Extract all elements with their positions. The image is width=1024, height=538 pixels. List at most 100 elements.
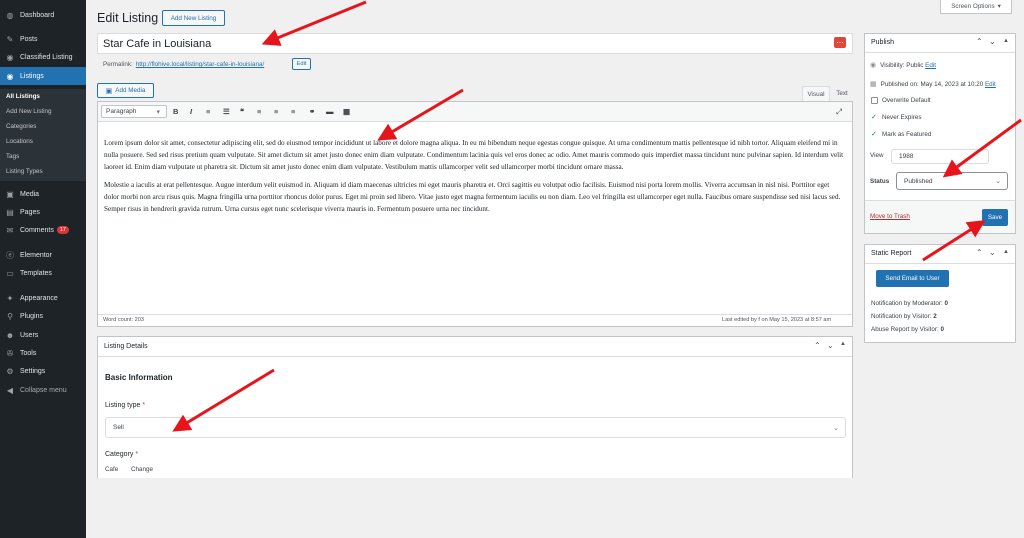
sidebar-item-dashboard[interactable]: ◍ Dashboard xyxy=(0,6,86,24)
blockquote-icon[interactable]: ❝ xyxy=(240,107,244,116)
view-count-input[interactable]: 1988 xyxy=(891,149,989,164)
add-new-listing-button[interactable]: Add New Listing xyxy=(162,10,225,26)
sidebar-item-elementor[interactable]: ⓔ Elementor xyxy=(0,246,86,264)
numbered-list-icon[interactable]: ☰ xyxy=(223,107,230,116)
fullscreen-icon[interactable]: ⤢ xyxy=(836,107,842,117)
visibility-edit-link[interactable]: Edit xyxy=(925,62,936,69)
last-edited: Last edited by f on May 15, 2023 at 8:57… xyxy=(722,317,832,323)
view-label: View xyxy=(870,152,884,159)
sidebar-item-appearance[interactable]: ✦ Appearance xyxy=(0,289,86,307)
users-icon: ☻ xyxy=(5,330,15,340)
move-to-trash-link[interactable]: Move to Trash xyxy=(870,213,910,220)
published-on-row: ▦ Published on: May 14, 2023 at 10:20 Ed… xyxy=(870,80,996,89)
align-right-icon[interactable]: ≡ xyxy=(291,107,295,116)
dashboard-icon: ◍ xyxy=(6,10,14,20)
appearance-icon: ✦ xyxy=(6,293,14,303)
permalink-row: Permalink: http://flohive.local/listing/… xyxy=(103,61,264,68)
sidebar-item-posts[interactable]: ✎ Posts xyxy=(0,30,86,48)
pin-icon: ✎ xyxy=(6,34,14,44)
never-expires-checkbox[interactable]: ✓ xyxy=(871,113,877,121)
toggle-panel-icon[interactable]: ▲ xyxy=(1003,38,1009,44)
sidebar-item-classified-listing[interactable]: ◉ Classified Listing xyxy=(0,48,86,66)
bold-icon[interactable]: B xyxy=(173,107,178,116)
screen-options-button[interactable]: Screen Options ▾ xyxy=(940,0,1012,14)
move-down-icon[interactable]: ⌄ xyxy=(989,248,996,257)
sidebar-item-listings[interactable]: ◉ Listings xyxy=(0,67,86,85)
listing-type-label: Listing type * xyxy=(105,402,146,409)
category-value: Cafe xyxy=(105,466,119,473)
editor-toolbar xyxy=(98,102,852,122)
toggle-panel-icon[interactable]: ▲ xyxy=(1003,249,1009,255)
link-icon[interactable]: ⚭ xyxy=(309,107,315,116)
submenu-tags[interactable]: Tags xyxy=(6,153,19,160)
never-expires-label: Never Expires xyxy=(882,114,922,121)
overwrite-default-label: Overwrite Default xyxy=(882,97,931,104)
sidebar-item-settings[interactable]: ⚙ Settings xyxy=(0,362,86,380)
italic-icon[interactable]: I xyxy=(190,107,192,116)
sidebar-item-users[interactable]: ☻ Users xyxy=(0,326,86,344)
more-icon[interactable]: ▬ xyxy=(326,107,334,116)
submenu-add-new-listing[interactable]: Add New Listing xyxy=(6,108,52,115)
sidebar-item-collapse-menu[interactable]: ◀ Collapse menu xyxy=(0,381,86,399)
format-select[interactable]: Paragraph ▾ xyxy=(101,105,167,118)
password-manager-icon[interactable]: ⋯ xyxy=(834,37,846,48)
editor-content[interactable]: Lorem ipsum dolor sit amet, consectetur … xyxy=(104,137,844,222)
category-change-link[interactable]: Change xyxy=(131,466,153,473)
permalink-edit-button[interactable]: Edit xyxy=(292,58,311,70)
overwrite-default-checkbox[interactable] xyxy=(871,97,878,104)
align-center-icon[interactable]: ≡ xyxy=(274,107,278,116)
send-email-button[interactable]: Send Email to User xyxy=(876,270,949,287)
comments-count-badge: 17 xyxy=(56,226,69,234)
move-up-icon[interactable]: ⌃ xyxy=(814,341,821,350)
listing-details-title: Listing Details xyxy=(104,343,148,350)
published-on-edit-link[interactable]: Edit xyxy=(985,81,996,88)
sidebar-item-media[interactable]: ▣ Media xyxy=(0,185,86,203)
status-label: Status xyxy=(870,178,890,185)
collapse-icon: ◀ xyxy=(6,385,14,395)
post-title-input[interactable]: Star Cafe in Louisiana xyxy=(97,33,853,54)
chevron-down-icon: ▾ xyxy=(156,108,160,116)
tab-visual[interactable]: Visual xyxy=(802,86,830,101)
sidebar-item-plugins[interactable]: ⚲ Plugins xyxy=(0,307,86,325)
visitor-notification: Notification by Visitor: 2 xyxy=(871,313,937,320)
classified-icon: ◉ xyxy=(6,52,14,62)
editor-paragraph: Molestie a iaculis at erat pellentesque.… xyxy=(104,181,841,214)
chevron-down-icon: ▾ xyxy=(997,3,1001,10)
listings-icon: ◉ xyxy=(6,71,14,81)
chevron-down-icon: ⌄ xyxy=(833,424,839,432)
add-media-button[interactable]: ▣ Add Media xyxy=(97,83,154,98)
pages-icon: ▤ xyxy=(6,207,14,217)
publish-title: Publish xyxy=(871,39,894,46)
submenu-locations[interactable]: Locations xyxy=(6,138,33,145)
save-button[interactable]: Save xyxy=(982,209,1008,226)
sidebar-item-comments[interactable]: ✉ Comments 17 xyxy=(0,221,86,239)
sidebar-item-templates[interactable]: ▭ Templates xyxy=(0,264,86,282)
status-select[interactable]: Published ⌄ xyxy=(896,172,1008,190)
tab-text[interactable]: Text xyxy=(831,86,853,101)
permalink-url[interactable]: http://flohive.local/listing/star-cafe-i… xyxy=(136,61,264,68)
bullet-list-icon[interactable]: ≡ xyxy=(206,107,210,116)
toggle-panel-icon[interactable]: ▲ xyxy=(840,341,846,347)
templates-icon: ▭ xyxy=(6,268,14,278)
move-up-icon[interactable]: ⌃ xyxy=(976,248,983,257)
move-up-icon[interactable]: ⌃ xyxy=(976,37,983,46)
mark-featured-label: Mark as Featured xyxy=(882,131,932,138)
permalink-label: Permalink: xyxy=(103,61,133,68)
toolbar-toggle-icon[interactable]: ▦ xyxy=(343,107,350,116)
comments-icon: ✉ xyxy=(6,225,14,235)
submenu-all-listings[interactable]: All Listings xyxy=(6,93,40,100)
sidebar-item-tools[interactable]: ✇ Tools xyxy=(0,344,86,362)
basic-information-heading: Basic Information xyxy=(105,373,173,382)
submenu-listing-types[interactable]: Listing Types xyxy=(6,168,43,175)
editor-paragraph: Lorem ipsum dolor sit amet, consectetur … xyxy=(104,139,844,172)
listings-submenu: All Listings Add New Listing Categories … xyxy=(0,89,86,181)
listing-details-header xyxy=(98,337,852,357)
submenu-categories[interactable]: Categories xyxy=(6,123,36,130)
listing-type-select[interactable]: Sell ⌄ xyxy=(105,417,846,438)
elementor-icon: ⓔ xyxy=(6,250,14,260)
align-left-icon[interactable]: ≡ xyxy=(257,107,261,116)
mark-featured-checkbox[interactable]: ✓ xyxy=(871,130,877,138)
sidebar-item-pages[interactable]: ▤ Pages xyxy=(0,203,86,221)
move-down-icon[interactable]: ⌄ xyxy=(827,341,834,350)
move-down-icon[interactable]: ⌄ xyxy=(989,37,996,46)
